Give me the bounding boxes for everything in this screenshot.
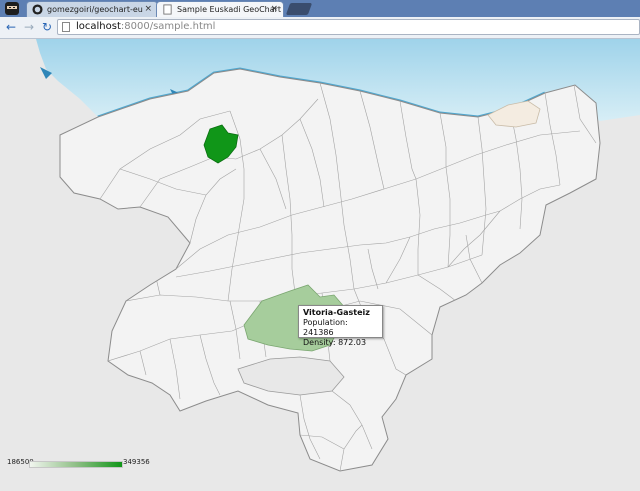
tooltip-density: Density: 872.03 xyxy=(303,338,367,347)
legend-gradient-bar xyxy=(29,461,123,468)
browser-toolbar: ← → ↻ localhost:8000/sample.html xyxy=(0,17,640,39)
close-tab-icon[interactable]: × xyxy=(144,2,152,17)
map-tooltip: Vitoria-Gasteiz Population: 241386 Densi… xyxy=(298,305,383,347)
back-button[interactable]: ← xyxy=(4,20,18,34)
page-viewport: Vitoria-Gasteiz Population: 241386 Densi… xyxy=(0,39,640,491)
address-bar[interactable]: localhost:8000/sample.html xyxy=(57,19,640,35)
ninja-avatar-icon xyxy=(5,2,19,15)
tooltip-title: Vitoria-Gasteiz xyxy=(303,308,370,317)
tab-github[interactable]: gomezgoiri/geochart-eu × xyxy=(26,1,158,17)
page-icon xyxy=(62,22,70,32)
tooltip-population: Population: 241386 xyxy=(303,318,348,337)
url-host: localhost xyxy=(76,21,121,32)
tab-title: gomezgoiri/geochart-eu xyxy=(47,5,143,14)
legend-max-label: 349356 xyxy=(123,458,150,466)
github-icon xyxy=(32,4,43,15)
tab-title: Sample Euskadi GeoChart xyxy=(177,5,282,14)
tab-strip: gomezgoiri/geochart-eu × Sample Euskadi … xyxy=(0,0,640,17)
reload-button[interactable]: ↻ xyxy=(40,20,54,34)
page-icon xyxy=(163,4,172,15)
euskadi-land xyxy=(59,68,601,472)
close-tab-icon[interactable]: × xyxy=(270,2,278,17)
tab-sample[interactable]: Sample Euskadi GeoChart × xyxy=(156,1,284,17)
forward-button[interactable]: → xyxy=(22,20,36,34)
url-path: :8000/sample.html xyxy=(120,21,216,32)
color-axis-legend: 186500 349356 xyxy=(0,457,180,473)
geochart-map xyxy=(36,39,640,472)
new-tab-button[interactable] xyxy=(285,3,313,15)
